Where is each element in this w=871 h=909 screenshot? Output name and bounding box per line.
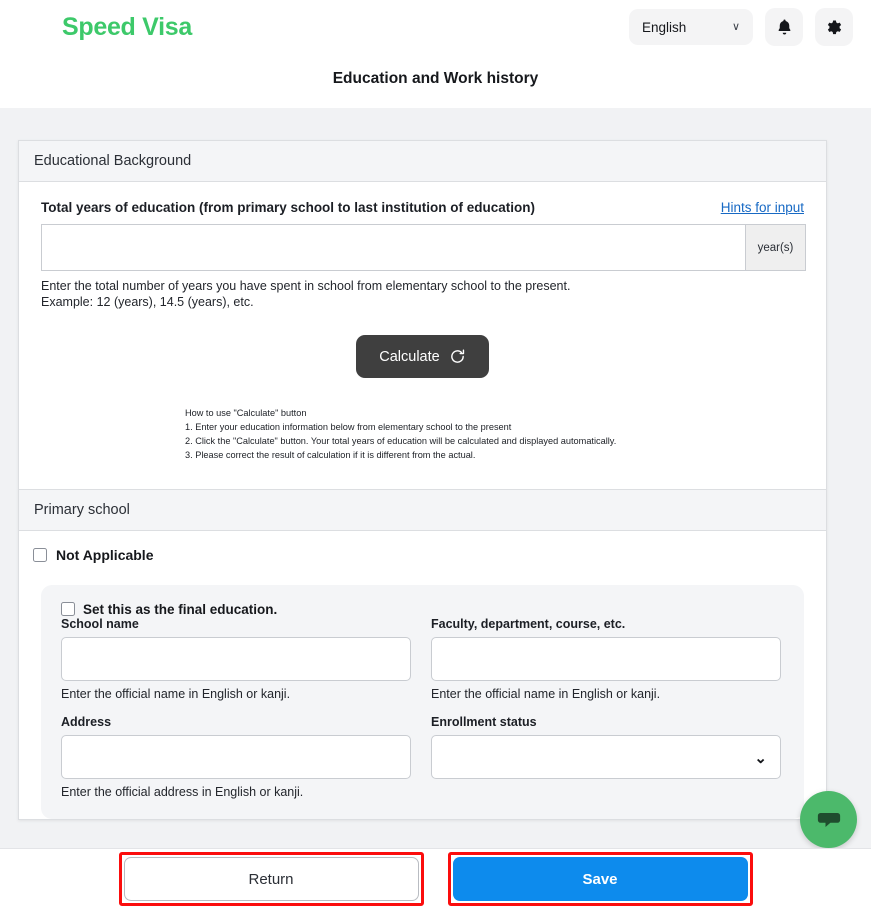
name-fields-grid: School name Enter the official name in E… xyxy=(61,617,784,701)
gear-icon xyxy=(827,20,841,34)
school-name-label: School name xyxy=(61,616,139,631)
faculty-note: Enter the official name in English or ka… xyxy=(431,686,661,701)
not-applicable-row[interactable]: Not Applicable xyxy=(19,531,826,563)
hints-for-input-link[interactable]: Hints for input xyxy=(721,200,804,215)
calculate-button[interactable]: Calculate xyxy=(356,335,489,378)
section-header-educational-background: Educational Background xyxy=(19,141,826,182)
calculate-button-label: Calculate xyxy=(379,348,440,365)
address-field: Address Enter the official address in En… xyxy=(61,715,411,799)
save-button-highlight: Save xyxy=(447,852,753,906)
howto-title: How to use "Calculate" button xyxy=(185,408,307,418)
return-button-highlight: Return xyxy=(118,852,424,906)
enrollment-status-select-wrap: ⌄ xyxy=(431,734,781,779)
primary-school-body: Not Applicable Set this as the final edu… xyxy=(19,531,826,819)
howto-step-2: 2. Click the "Calculate" button. Your to… xyxy=(185,435,617,446)
address-note: Enter the official address in English or… xyxy=(61,784,304,799)
calculate-howto: How to use "Calculate" button 1. Enter y… xyxy=(185,407,804,489)
enrollment-status-field: Enrollment status ⌄ xyxy=(431,715,781,799)
notifications-button[interactable] xyxy=(765,8,803,46)
enrollment-status-select[interactable] xyxy=(431,734,781,779)
total-years-field: Total years of education (from primary s… xyxy=(41,182,806,310)
school-name-note: Enter the official name in English or ka… xyxy=(61,686,291,701)
total-years-unit-suffix: year(s) xyxy=(745,224,806,271)
calculate-button-wrap: Calculate xyxy=(41,335,804,378)
faculty-field: Faculty, department, course, etc. Enter … xyxy=(431,617,781,701)
save-button[interactable]: Save xyxy=(452,857,748,901)
return-button[interactable]: Return xyxy=(123,857,419,901)
enrollment-status-label: Enrollment status xyxy=(431,714,537,729)
address-input[interactable] xyxy=(61,734,411,779)
refresh-icon xyxy=(450,349,464,363)
howto-step-3: 3. Please correct the result of calculat… xyxy=(185,449,476,460)
howto-step-1: 1. Enter your education information belo… xyxy=(185,421,512,432)
total-years-help-line1: Enter the total number of years you have… xyxy=(41,279,571,293)
header-actions: English ∨ xyxy=(629,8,853,46)
settings-button[interactable] xyxy=(815,8,853,46)
final-education-label: Set this as the final education. xyxy=(83,601,278,617)
address-fields-grid: Address Enter the official address in En… xyxy=(61,715,784,799)
total-years-label: Total years of education (from primary s… xyxy=(41,200,536,215)
chat-bubble-icon xyxy=(817,812,840,827)
final-education-checkbox[interactable] xyxy=(61,602,75,617)
footer-action-bar: Return Save xyxy=(0,848,871,909)
section-header-primary-school: Primary school xyxy=(19,488,826,531)
not-applicable-checkbox[interactable] xyxy=(33,547,47,562)
education-card: Educational Background Total years of ed… xyxy=(18,140,827,820)
brand-logo: Speed Visa xyxy=(62,13,192,41)
total-years-help: Enter the total number of years you have… xyxy=(41,278,804,310)
total-years-help-line2: Example: 12 (years), 14.5 (years), etc. xyxy=(41,295,254,309)
app-header: Speed Visa English ∨ Education and Work … xyxy=(0,0,871,108)
language-selector-value: English xyxy=(642,19,687,35)
final-education-row[interactable]: Set this as the final education. xyxy=(61,602,784,617)
address-label: Address xyxy=(61,714,112,729)
primary-school-form: Set this as the final education. School … xyxy=(41,584,804,819)
not-applicable-label: Not Applicable xyxy=(56,546,154,563)
total-years-input[interactable] xyxy=(41,224,745,271)
chevron-down-icon: ∨ xyxy=(731,20,740,33)
faculty-input[interactable] xyxy=(431,636,781,681)
app-root: Speed Visa English ∨ Education and Work … xyxy=(0,0,871,909)
school-name-input[interactable] xyxy=(61,636,411,681)
educational-background-body: Total years of education (from primary s… xyxy=(19,182,826,489)
main-scroll-area[interactable]: Educational Background Total years of ed… xyxy=(0,108,871,848)
total-years-input-group: year(s) xyxy=(41,224,806,271)
chat-widget-button[interactable] xyxy=(800,791,857,848)
school-name-field: School name Enter the official name in E… xyxy=(61,617,411,701)
bell-icon xyxy=(778,19,790,35)
page-title: Education and Work history xyxy=(332,70,539,87)
faculty-label: Faculty, department, course, etc. xyxy=(431,616,626,631)
language-selector[interactable]: English ∨ xyxy=(629,9,753,45)
